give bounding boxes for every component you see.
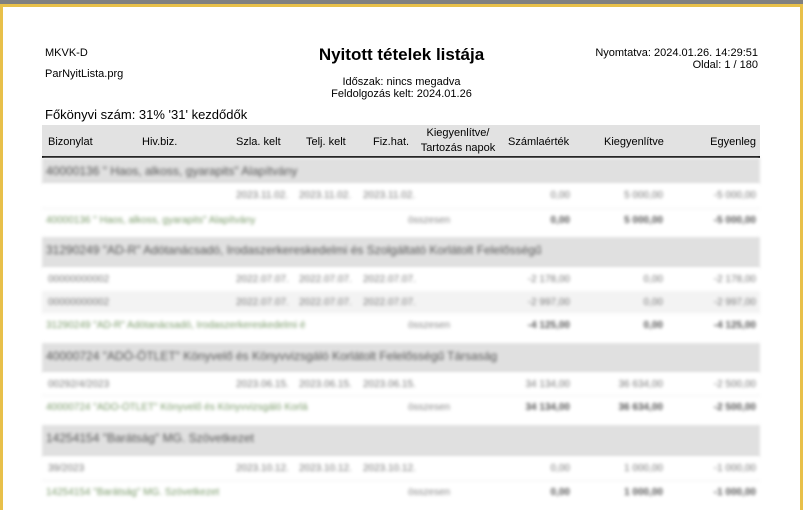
invoice-value: -2 997,00 bbox=[527, 297, 570, 308]
page-number: Oldal: 1 / 180 bbox=[692, 59, 758, 71]
document-number: 00000000002 bbox=[48, 297, 110, 308]
invoice-date: 2022.07.07. bbox=[236, 297, 289, 308]
total-invoice-value: -4 125,00 bbox=[527, 320, 570, 331]
due-date: 2023.06.15. bbox=[363, 379, 416, 390]
total-label: 31290249 "AD-R" Adótanácsadó, Irodaszerk… bbox=[46, 320, 306, 331]
group-header-row: 40000136 " Haos, alkoss, gyarapits" Alap… bbox=[42, 158, 760, 184]
total-invoice-value: 0,00 bbox=[550, 487, 570, 498]
due-date: 2022.07.07. bbox=[363, 274, 416, 285]
col-bizonylat: Bizonylat bbox=[48, 136, 93, 148]
total-paid: 36 634,00 bbox=[618, 402, 664, 413]
period: Időszak: nincs megadva bbox=[342, 76, 461, 88]
col-szla-kelt: Szla. kelt bbox=[236, 136, 281, 148]
col-hiv-biz: Hiv.biz. bbox=[142, 136, 178, 148]
col-fiz-hat: Fiz.hat. bbox=[373, 136, 410, 148]
invoice-value: 34 134,00 bbox=[525, 379, 571, 390]
balance: -2 997,00 bbox=[713, 297, 756, 308]
group-header-row: 31290249 "AD-R" Adótanácsadó, Irodaszerk… bbox=[42, 237, 760, 268]
detail-row[interactable]: 2023.11.02. 2023.11.02. 2023.11.02. 0,00 5 0… bbox=[42, 184, 760, 208]
total-status: összesen bbox=[408, 487, 451, 498]
group-total-row: 40000136 " Haos, alkoss, gyarapits" Alap… bbox=[42, 208, 760, 231]
table-header: Bizonylat Hiv.biz. Szla. kelt Telj. kelt… bbox=[42, 125, 760, 158]
total-balance: -4 125,00 bbox=[713, 320, 756, 331]
report-preview-window: MKVK-D ParNyitLista.prg Nyitott tételek … bbox=[0, 4, 803, 510]
col-egyenleg: Egyenleg bbox=[710, 136, 756, 148]
due-date: 2023.10.12. bbox=[363, 463, 416, 474]
partner-name: 40000724 "ADÓ-ÖTLET" Könyvelő és Könyvvi… bbox=[46, 349, 498, 363]
paid-amount: 0,00 bbox=[643, 297, 663, 308]
col-telj-kelt: Telj. kelt bbox=[306, 136, 346, 148]
total-paid: 5 000,00 bbox=[624, 215, 663, 226]
detail-row[interactable]: 00000000002 2022.07.07. 2022.07.07. 2022.07… bbox=[42, 268, 760, 291]
invoice-date: 2023.11.02. bbox=[236, 190, 289, 201]
col-tartozas-napok: Tartozás napok bbox=[420, 142, 496, 154]
total-balance: -1 000,00 bbox=[713, 487, 756, 498]
fulfillment-date: 2023.11.02. bbox=[299, 190, 352, 201]
total-balance: -5 000,00 bbox=[713, 215, 756, 226]
document-number: 39/2023 bbox=[48, 463, 85, 474]
invoice-value: 0,00 bbox=[550, 463, 570, 474]
total-invoice-value: 34 134,00 bbox=[525, 402, 571, 413]
group-header-row: 14254154 "Barátság" MG. Szövetkezet bbox=[42, 425, 760, 457]
detail-row[interactable]: 00292/4/2023 2023.06.15. 2023.06.15. 2023.0… bbox=[42, 373, 760, 395]
fulfillment-date: 2023.10.12. bbox=[299, 463, 352, 474]
open-items-table: Bizonylat Hiv.biz. Szla. kelt Telj. kelt… bbox=[42, 125, 760, 505]
col-kiegyenlitve-1: Kiegyenlítve/ bbox=[426, 127, 490, 139]
col-szamlaertek: Számlaérték bbox=[508, 136, 570, 148]
total-label: 14254154 "Barátság" MG. Szövetkezet bbox=[46, 487, 220, 498]
col-kiegyenlitve: Kiegyenlítve bbox=[604, 136, 664, 148]
group-total-row: 40000724 "ADÓ-ÖTLET" Könyvelő és Könyvvi… bbox=[42, 395, 760, 420]
fulfillment-date: 2023.06.15. bbox=[299, 379, 352, 390]
total-paid: 0,00 bbox=[643, 320, 663, 331]
total-invoice-value: 0,00 bbox=[550, 215, 570, 226]
partner-name: 40000136 " Haos, alkoss, gyarapits" Alap… bbox=[46, 164, 298, 178]
balance: -2 178,00 bbox=[713, 274, 756, 285]
invoice-value: 0,00 bbox=[550, 190, 570, 201]
detail-row[interactable]: 00000000002 2022.07.07. 2022.07.07. 2022.07… bbox=[42, 291, 760, 313]
group-total-row: 31290249 "AD-R" Adótanácsadó, Irodaszerk… bbox=[42, 313, 760, 337]
balance: -2 500,00 bbox=[713, 379, 756, 390]
processing-date: Feldolgozás kelt: 2024.01.26 bbox=[331, 88, 472, 100]
due-date: 2023.11.02. bbox=[363, 190, 416, 201]
paid-amount: 36 634,00 bbox=[618, 379, 664, 390]
partner-name: 14254154 "Barátság" MG. Szövetkezet bbox=[46, 431, 254, 445]
total-status: összesen bbox=[408, 320, 451, 331]
total-label: 40000136 " Haos, alkoss, gyarapits" Alap… bbox=[46, 215, 256, 226]
total-status: összesen bbox=[408, 215, 451, 226]
document-number: 00292/4/2023 bbox=[48, 379, 110, 390]
total-label: 40000724 "ADÓ-ÖTLET" Könyvelő és Könyvvi… bbox=[46, 402, 308, 413]
total-balance: -2 500,00 bbox=[713, 402, 756, 413]
fulfillment-date: 2022.07.07. bbox=[299, 297, 352, 308]
due-date: 2022.07.07. bbox=[363, 297, 416, 308]
paid-amount: 5 000,00 bbox=[624, 190, 663, 201]
partner-name: 31290249 "AD-R" Adótanácsadó, Irodaszerk… bbox=[46, 243, 542, 257]
ledger-account: Főkönyvi szám: 31% '31' kezdődők bbox=[45, 107, 248, 122]
invoice-date: 2022.07.07. bbox=[236, 274, 289, 285]
balance: -5 000,00 bbox=[713, 190, 756, 201]
total-paid: 1 000,00 bbox=[624, 487, 663, 498]
paid-amount: 1 000,00 bbox=[624, 463, 663, 474]
fulfillment-date: 2022.07.07. bbox=[299, 274, 352, 285]
group-header-row: 40000724 "ADÓ-ÖTLET" Könyvelő és Könyvvi… bbox=[42, 343, 760, 373]
printed-timestamp: Nyomtatva: 2024.01.26. 14:29:51 bbox=[595, 47, 758, 59]
document-number: 00000000002 bbox=[48, 274, 110, 285]
invoice-date: 2023.10.12. bbox=[236, 463, 289, 474]
total-status: összesen bbox=[408, 402, 451, 413]
invoice-value: -2 178,00 bbox=[527, 274, 570, 285]
report-page: MKVK-D ParNyitLista.prg Nyitott tételek … bbox=[3, 7, 800, 510]
invoice-date: 2023.06.15. bbox=[236, 379, 289, 390]
group-total-row: 14254154 "Barátság" MG. Szövetkezet össze… bbox=[42, 480, 760, 505]
detail-row[interactable]: 39/2023 2023.10.12. 2023.10.12. 2023.10.12.… bbox=[42, 457, 760, 480]
balance: -1 000,00 bbox=[713, 463, 756, 474]
paid-amount: 0,00 bbox=[643, 274, 663, 285]
